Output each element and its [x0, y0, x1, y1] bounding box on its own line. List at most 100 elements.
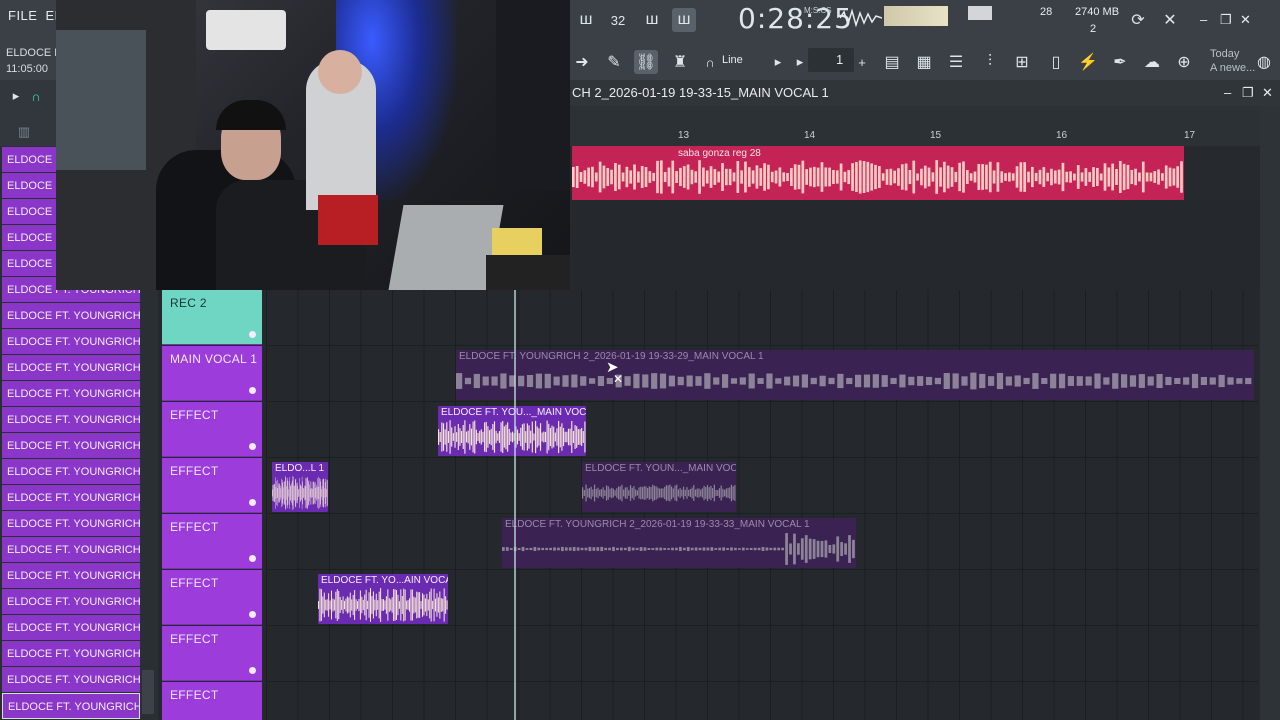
tempo-icon[interactable]: 32: [606, 8, 630, 32]
cart-icon[interactable]: ⊕: [1172, 50, 1196, 74]
globe-icon[interactable]: ◍: [1252, 50, 1276, 74]
file-icon[interactable]: ▯: [1044, 50, 1068, 74]
link-icon[interactable]: ⛓: [634, 50, 658, 74]
audio-clip[interactable]: ELDOCE FT. YO...AIN VOCAL 1: [318, 574, 448, 624]
browser-file-item[interactable]: ELDOCE FT. YOUNGRICH 2...: [2, 537, 140, 563]
clip-waveform: [272, 476, 328, 510]
track-lane[interactable]: [266, 402, 1258, 458]
track-lane[interactable]: [266, 682, 1258, 720]
track-header[interactable]: EFFECT: [162, 514, 262, 569]
browser-file-item[interactable]: ELDOCE FT. YOUNGRICH 2...: [2, 511, 140, 537]
browser-file-item[interactable]: ELDOCE FT. YOUNGRICH 2...: [2, 433, 140, 459]
track-lane[interactable]: [266, 626, 1258, 682]
browser-file-item[interactable]: ELDOCE FT. YOUNGRICH 2...: [2, 641, 140, 667]
browser-file-item[interactable]: ELDOCE FT. YOUNGRICH 2...: [2, 459, 140, 485]
track-header[interactable]: REC 2: [162, 290, 262, 345]
pen-icon[interactable]: ✒: [1108, 50, 1132, 74]
browser-file-item[interactable]: ELDOCE FT. YOUNGRICH 2...: [2, 329, 140, 355]
snap-arrow-icon[interactable]: ▸: [766, 50, 790, 74]
plugin-icon[interactable]: ⚡: [1076, 50, 1100, 74]
browser-file-item[interactable]: ELDOCE FT. YOUNGRICH 2...: [2, 355, 140, 381]
track-header[interactable]: EFFECT: [162, 626, 262, 681]
track-enable-icon[interactable]: [249, 555, 256, 562]
playlist-restore-icon[interactable]: ❐: [1242, 85, 1254, 101]
magnet-icon[interactable]: ∩: [698, 50, 722, 74]
headphones-icon[interactable]: ∩: [24, 84, 48, 108]
tools-icon[interactable]: ✕: [1158, 8, 1182, 32]
browser-file-item[interactable]: ELDOCE FT. YOUNGRICH 2...: [2, 407, 140, 433]
audio-clip[interactable]: ELDO...L 1: [272, 462, 328, 512]
mixer-icon[interactable]: ⫶: [978, 50, 1002, 74]
track-name: EFFECT: [170, 576, 219, 590]
browser-icon[interactable]: ⊞: [1010, 50, 1034, 74]
hint-news: A newe...: [1210, 62, 1256, 74]
render-icon[interactable]: ☁: [1140, 50, 1164, 74]
track-enable-icon[interactable]: [249, 443, 256, 450]
record-mode-icon[interactable]: ш: [574, 8, 598, 32]
audio-clip[interactable]: ELDOCE FT. YOU..._MAIN VOCAL 1: [438, 406, 586, 456]
clip-waveform: [582, 484, 736, 502]
track-enable-icon[interactable]: [249, 331, 256, 338]
snap-selector[interactable]: Line: [722, 54, 743, 66]
refresh-icon[interactable]: ⟳: [1126, 8, 1150, 32]
clip-title: ELDOCE FT. YOUN..._MAIN VOCAL 1: [585, 463, 736, 474]
close-icon[interactable]: ✕: [1240, 12, 1251, 28]
draw-tool-icon[interactable]: ✎: [602, 50, 626, 74]
playlist-icon[interactable]: ▤: [880, 50, 904, 74]
vertical-scrollbar[interactable]: [1260, 106, 1280, 720]
track-enable-icon[interactable]: [249, 499, 256, 506]
minimize-icon[interactable]: –: [1200, 12, 1207, 27]
track-name: EFFECT: [170, 464, 219, 478]
track-enable-icon[interactable]: [249, 667, 256, 674]
track-lane[interactable]: [266, 458, 1258, 514]
piano-roll-icon[interactable]: ▦: [912, 50, 936, 74]
browser-file-item[interactable]: ELDOCE FT. YOUNGRICH 2...: [2, 615, 140, 641]
timeline-ruler[interactable]: 13 14 15 16 17: [570, 106, 1280, 146]
bar-number: 17: [1184, 130, 1196, 141]
browser-file-item[interactable]: ELDOCE FT. YOUNGRICH 2...: [2, 693, 140, 719]
pattern-selector[interactable]: [808, 48, 854, 72]
arrow-right-icon[interactable]: ➜: [570, 50, 594, 74]
track-header[interactable]: EFFECT: [162, 570, 262, 625]
pattern-number[interactable]: 1: [836, 52, 843, 67]
bar-number: 15: [930, 130, 942, 141]
browser-file-item[interactable]: ELDOCE FT. YOUNGRICH 2...: [2, 589, 140, 615]
track-enable-icon[interactable]: [249, 387, 256, 394]
track-header[interactable]: EFFECT: [162, 458, 262, 513]
browser-file-item[interactable]: ELDOCE FT. YOUNGRICH 2...: [2, 563, 140, 589]
add-pattern-icon[interactable]: +: [850, 50, 874, 74]
browser-menu-icon[interactable]: ▥: [12, 120, 36, 144]
playlist-title-bar: CH 2_2026-01-19 19-33-15_MAIN VOCAL 1 – …: [570, 80, 1280, 106]
clip-waveform: [318, 588, 448, 622]
track-name: EFFECT: [170, 688, 219, 702]
playlist-title: CH 2_2026-01-19 19-33-15_MAIN VOCAL 1: [572, 85, 829, 100]
playlist-minimize-icon[interactable]: –: [1224, 85, 1231, 100]
track-enable-icon[interactable]: [249, 611, 256, 618]
browser-scrollbar[interactable]: [142, 670, 154, 714]
clip-title: ELDOCE FT. YO...AIN VOCAL 1: [321, 575, 448, 586]
browser-file-item[interactable]: ELDOCE FT. YOUNGRICH 2...: [2, 303, 140, 329]
track-header[interactable]: EFFECT: [162, 402, 262, 457]
loop-record-icon[interactable]: ш: [672, 8, 696, 32]
restore-icon[interactable]: ❐: [1220, 12, 1232, 28]
audio-clip-muted[interactable]: ELDOCE FT. YOUNGRICH 2_2026-01-19 19-33-…: [502, 518, 856, 568]
track-lane[interactable]: [266, 290, 1258, 346]
audio-clip-saba[interactable]: saba gonza reg 28: [572, 146, 1184, 200]
browser-file-item[interactable]: ELDOCE FT. YOUNGRICH 2...: [2, 485, 140, 511]
track-name: EFFECT: [170, 408, 219, 422]
track-header[interactable]: MAIN VOCAL 1: [162, 346, 262, 401]
audio-clip-muted[interactable]: ELDOCE FT. YOUN..._MAIN VOCAL 1: [582, 462, 736, 512]
menu-file[interactable]: FILE: [8, 8, 37, 32]
playhead[interactable]: [514, 290, 516, 720]
time-format-label: M:S:CS: [804, 6, 832, 15]
stamp-icon[interactable]: ♜: [668, 50, 692, 74]
browser-file-item[interactable]: ELDOCE FT. YOUNGRICH 2...: [2, 381, 140, 407]
audio-clip-muted[interactable]: ELDOCE FT. YOUNGRICH 2_2026-01-19 19-33-…: [456, 350, 1254, 400]
bar-number: 16: [1056, 130, 1068, 141]
browser-file-item[interactable]: ELDOCE FT. YOUNGRICH 2...: [2, 667, 140, 693]
playlist-close-icon[interactable]: ✕: [1262, 85, 1273, 101]
metronome-icon[interactable]: ш: [640, 8, 664, 32]
clip-title: ELDOCE FT. YOUNGRICH 2_2026-01-19 19-33-…: [505, 519, 810, 530]
channel-rack-icon[interactable]: ☰: [944, 50, 968, 74]
track-header[interactable]: EFFECT: [162, 682, 262, 720]
